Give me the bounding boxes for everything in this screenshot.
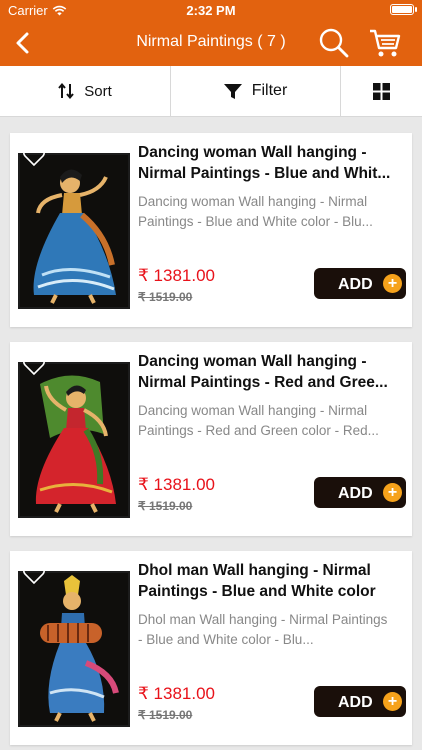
product-description: Dhol man Wall hanging - Nirmal Paintings…: [138, 612, 388, 647]
product-original-price: ₹ 1519.00: [138, 708, 193, 722]
product-price: ₹ 1381.00: [138, 266, 215, 285]
grid-icon: [373, 82, 390, 100]
product-card[interactable]: Dhol man Wall hanging - Nirmal Paintings…: [10, 551, 412, 745]
sort-filter-bar: Sort Filter: [0, 66, 422, 117]
page-title: Nirmal Paintings ( 7 ): [136, 33, 286, 50]
product-image-dancing-woman-red[interactable]: [18, 362, 130, 518]
add-button-label: ADD: [338, 694, 373, 711]
product-name[interactable]: Dancing woman Wall hanging - Nirmal Pain…: [138, 142, 400, 184]
cart-icon[interactable]: [368, 27, 402, 59]
product-original-price: ₹ 1519.00: [138, 290, 193, 304]
product-description: Dancing woman Wall hanging - Nirmal Pain…: [138, 194, 373, 229]
filter-button[interactable]: Filter: [171, 66, 341, 116]
product-card[interactable]: Dancing woman Wall hanging - Nirmal Pain…: [10, 133, 412, 327]
search-icon[interactable]: [318, 27, 350, 59]
add-button-label: ADD: [338, 276, 373, 293]
product-card[interactable]: Dancing woman Wall hanging - Nirmal Pain…: [10, 342, 412, 536]
back-arrow-icon[interactable]: [8, 28, 38, 58]
painting-dancer-red: [20, 364, 128, 516]
product-name[interactable]: Dancing woman Wall hanging - Nirmal Pain…: [138, 351, 400, 393]
add-to-cart-button[interactable]: ADD +: [314, 477, 406, 508]
painting-dancer-blue: [20, 155, 128, 307]
app-screen: Carrier 2:32 PM Nirmal Paintings ( 7 ) S…: [0, 0, 422, 750]
filter-icon: [223, 83, 242, 99]
sort-button[interactable]: Sort: [0, 66, 171, 116]
wishlist-heart-icon[interactable]: [22, 145, 46, 167]
add-to-cart-button[interactable]: ADD +: [314, 268, 406, 299]
plus-icon: +: [383, 274, 402, 293]
top-bar: Carrier 2:32 PM Nirmal Paintings ( 7 ): [0, 0, 422, 66]
clock: 2:32 PM: [186, 3, 236, 18]
grid-view-toggle[interactable]: [341, 66, 422, 116]
product-description: Dancing woman Wall hanging - Nirmal Pain…: [138, 403, 379, 438]
product-image-dancing-woman-blue[interactable]: [18, 153, 130, 309]
plus-icon: +: [383, 483, 402, 502]
battery-icon: [390, 4, 417, 15]
product-name[interactable]: Dhol man Wall hanging - Nirmal Paintings…: [138, 560, 400, 602]
wishlist-heart-icon[interactable]: [22, 563, 46, 585]
product-price: ₹ 1381.00: [138, 475, 215, 494]
painting-dhol-man: [20, 573, 128, 725]
filter-label: Filter: [251, 82, 288, 99]
product-price: ₹ 1381.00: [138, 684, 215, 703]
wishlist-heart-icon[interactable]: [22, 354, 46, 376]
status-bar: Carrier 2:32 PM: [0, 0, 422, 20]
product-original-price: ₹ 1519.00: [138, 499, 193, 513]
add-button-label: ADD: [338, 485, 373, 502]
sort-icon: [58, 82, 74, 100]
sort-label: Sort: [84, 82, 112, 100]
add-to-cart-button[interactable]: ADD +: [314, 686, 406, 717]
plus-icon: +: [383, 692, 402, 711]
product-image-dhol-man-blue[interactable]: [18, 571, 130, 727]
navigation-bar: Nirmal Paintings ( 7 ): [0, 20, 422, 66]
